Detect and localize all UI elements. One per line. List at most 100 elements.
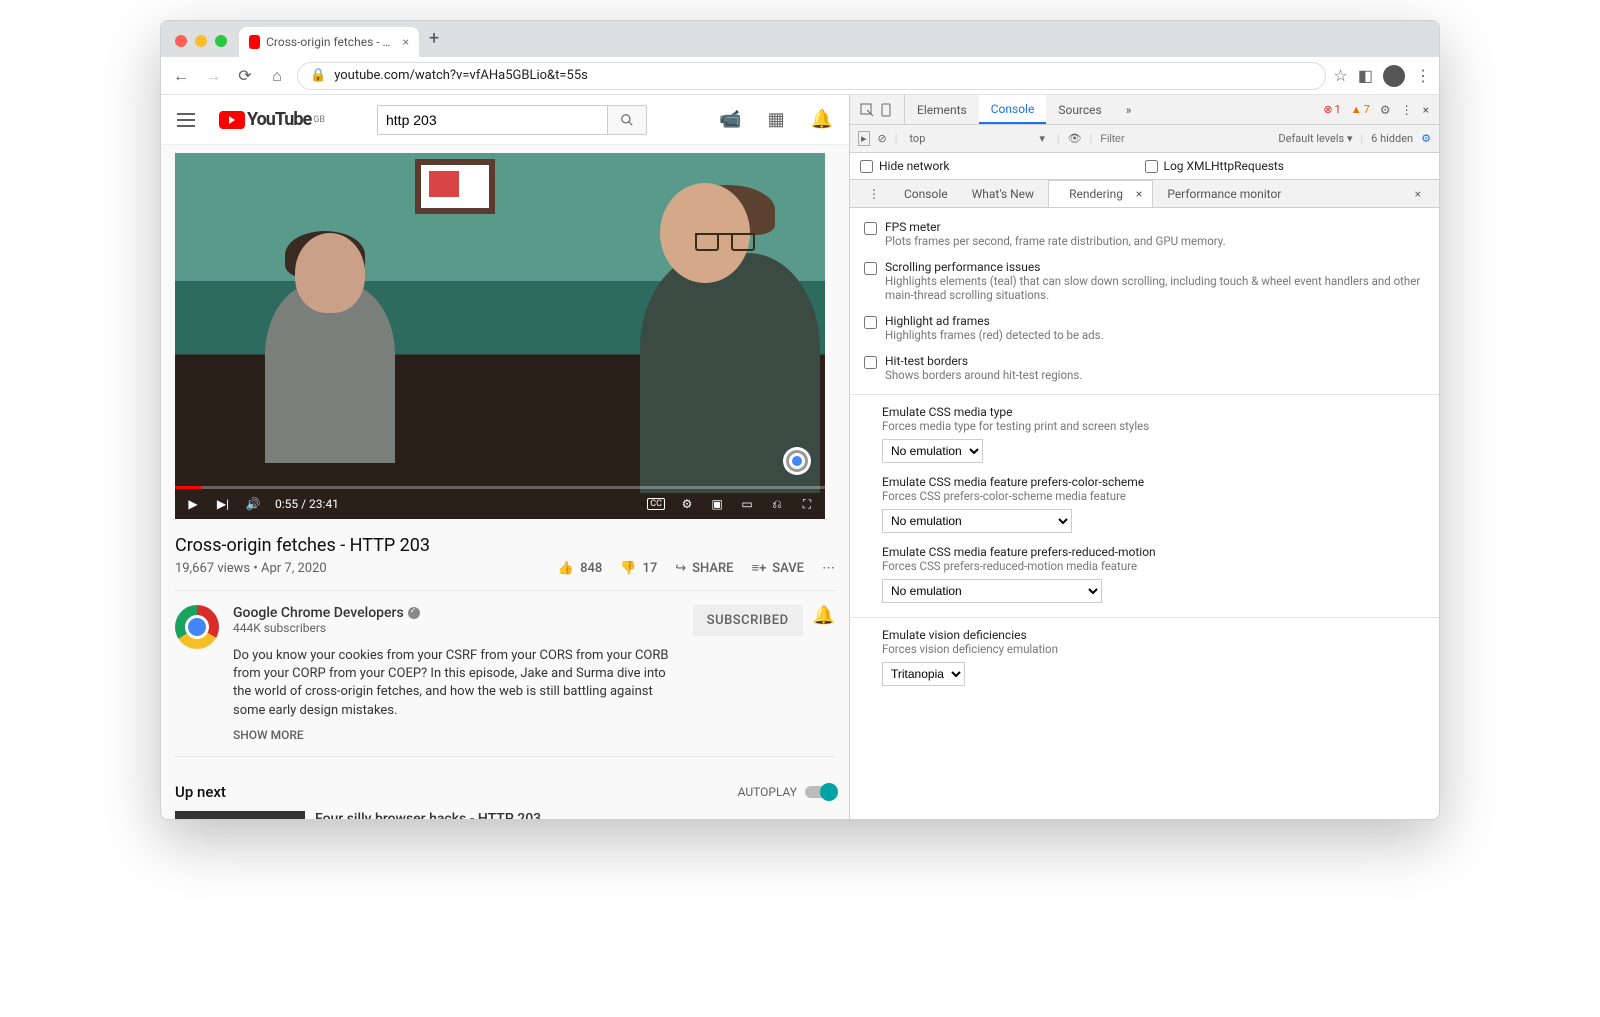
devtools-settings-icon[interactable]: ⚙ (1380, 103, 1391, 117)
back-button[interactable]: ← (169, 66, 193, 86)
maximize-window-button[interactable] (215, 35, 227, 47)
youtube-play-icon (219, 111, 245, 129)
save-button[interactable]: ≡+SAVE (751, 560, 804, 576)
tab-title: Cross-origin fetches - HTTP 2… (266, 35, 397, 49)
clear-console-icon[interactable]: ⊘ (878, 132, 887, 145)
miniplayer-icon[interactable]: ▣ (709, 497, 725, 511)
context-selector[interactable]: top▾ (905, 132, 1048, 145)
console-settings: Hide network Log XMLHttpRequests (850, 153, 1439, 180)
settings-icon[interactable]: ⚙ (679, 497, 695, 511)
up-next-item[interactable]: Four silly Four silly browser hacks - HT… (175, 811, 835, 819)
media-type-select[interactable]: No emulation (882, 439, 983, 463)
share-button[interactable]: ↪SHARE (675, 561, 733, 576)
lock-icon: 🔒 (310, 68, 326, 83)
video-player[interactable]: ▶ ▶| 🔊 0:55 / 23:41 CC ⚙ ▣ ▭ ⎌ ⛶ (175, 153, 825, 519)
search-icon (620, 113, 634, 127)
save-icon: ≡+ (751, 560, 766, 576)
tab-close-icon[interactable]: × (403, 35, 409, 49)
tab-sources[interactable]: Sources (1046, 95, 1113, 124)
tab-more-icon[interactable]: » (1114, 95, 1144, 124)
drawer-tab-perfmon[interactable]: Performance monitor (1157, 180, 1291, 207)
play-icon[interactable]: ▶ (185, 497, 201, 511)
channel-avatar[interactable] (175, 605, 219, 649)
youtube-header: YouTube GB 📹 ▦ 🔔 (161, 95, 849, 145)
tab-console[interactable]: Console (979, 95, 1047, 124)
eye-icon[interactable]: 👁 (1068, 132, 1082, 145)
apps-icon[interactable]: ▦ (768, 109, 785, 130)
like-button[interactable]: 👍848 (558, 561, 602, 576)
scrolling-issues-option[interactable]: Scrolling performance issuesHighlights e… (850, 254, 1439, 308)
fullscreen-icon[interactable]: ⛶ (799, 497, 815, 512)
reload-button[interactable]: ⟳ (233, 66, 257, 85)
profile-avatar[interactable] (1383, 65, 1405, 87)
filter-input[interactable] (1100, 133, 1150, 145)
address-bar[interactable]: 🔒 youtube.com/watch?v=vfAHa5GBLio&t=55s (297, 62, 1326, 90)
devtools-tabs: Elements Console Sources » ⊗ 1 ▲ 7 ⚙ ⋮ × (850, 95, 1439, 125)
youtube-logo[interactable]: YouTube GB (219, 109, 325, 130)
hide-network-checkbox[interactable]: Hide network (860, 159, 1145, 173)
search-input[interactable] (377, 105, 607, 135)
player-controls: ▶ ▶| 🔊 0:55 / 23:41 CC ⚙ ▣ ▭ ⎌ ⛶ (175, 489, 825, 519)
next-icon[interactable]: ▶| (215, 497, 231, 511)
devtools-close-icon[interactable]: × (1423, 103, 1429, 117)
warning-count[interactable]: ▲ 7 (1351, 103, 1370, 116)
subscribe-button[interactable]: SUBSCRIBED (693, 605, 803, 636)
bell-icon[interactable]: 🔔 (813, 605, 835, 626)
minimize-window-button[interactable] (195, 35, 207, 47)
devtools-menu-icon[interactable]: ⋮ (1401, 103, 1413, 117)
up-next-heading: Up next (175, 783, 226, 801)
levels-selector[interactable]: Default levels ▾ (1278, 132, 1352, 145)
console-play-icon[interactable]: ▸ (858, 131, 870, 146)
dislike-button[interactable]: 👎17 (620, 561, 657, 576)
highlight-ads-option[interactable]: Highlight ad framesHighlights frames (re… (850, 308, 1439, 348)
chrome-watermark-icon (783, 447, 811, 475)
drawer-close-icon[interactable]: × (1405, 180, 1431, 207)
browser-tab[interactable]: Cross-origin fetches - HTTP 2… × (239, 27, 419, 57)
devtools-panel: Elements Console Sources » ⊗ 1 ▲ 7 ⚙ ⋮ ×… (849, 95, 1439, 819)
drawer-menu-icon[interactable]: ⋮ (858, 180, 890, 207)
cast-icon[interactable]: ⎌ (769, 497, 785, 512)
extension-icon[interactable]: ◧ (1358, 66, 1373, 85)
more-actions-icon[interactable]: ⋯ (822, 561, 835, 576)
search-form (377, 105, 647, 135)
device-icon[interactable] (880, 103, 894, 117)
vision-deficiency-section: Emulate vision deficiencies Forces visio… (850, 624, 1439, 694)
hamburger-icon[interactable] (177, 113, 195, 127)
page-content: YouTube GB 📹 ▦ 🔔 (161, 95, 849, 819)
inspect-icon[interactable] (860, 103, 874, 117)
bookmark-icon[interactable]: ☆ (1334, 66, 1348, 85)
next-video-title: Four silly browser hacks - HTTP 203 (315, 811, 541, 819)
new-tab-button[interactable]: + (419, 28, 449, 57)
volume-icon[interactable]: 🔊 (245, 497, 261, 511)
create-icon[interactable]: 📹 (719, 109, 741, 130)
autoplay-toggle[interactable] (805, 786, 835, 798)
color-scheme-select[interactable]: No emulation (882, 509, 1072, 533)
home-button[interactable]: ⌂ (265, 66, 289, 86)
subtitles-icon[interactable]: CC (647, 498, 665, 510)
close-window-button[interactable] (175, 35, 187, 47)
drawer-tab-whatsnew[interactable]: What's New (962, 180, 1044, 207)
theater-icon[interactable]: ▭ (739, 497, 755, 511)
console-toolbar: ▸ ⊘ | top▾ | 👁 | Default levels ▾ | 6 hi… (850, 125, 1439, 153)
menu-icon[interactable]: ⋮ (1415, 66, 1431, 85)
notifications-icon[interactable]: 🔔 (811, 109, 833, 130)
forward-button[interactable]: → (201, 66, 225, 86)
time-display: 0:55 / 23:41 (275, 497, 339, 511)
reduced-motion-select[interactable]: No emulation (882, 579, 1102, 603)
drawer-tab-rendering[interactable]: Rendering × (1048, 180, 1153, 207)
show-more-button[interactable]: SHOW MORE (233, 728, 679, 742)
region-code: GB (313, 115, 325, 125)
channel-name[interactable]: Google Chrome Developers (233, 605, 679, 621)
video-frame (175, 153, 825, 519)
verified-icon (408, 607, 420, 619)
vision-deficiency-select[interactable]: Tritanopia (882, 662, 965, 686)
fps-meter-option[interactable]: FPS meterPlots frames per second, frame … (850, 214, 1439, 254)
drawer-tab-console[interactable]: Console (894, 180, 958, 207)
video-date: Apr 7, 2020 (261, 561, 327, 576)
hit-test-option[interactable]: Hit-test bordersShows borders around hit… (850, 348, 1439, 388)
search-button[interactable] (607, 105, 647, 135)
log-xhr-checkbox[interactable]: Log XMLHttpRequests (1145, 159, 1430, 173)
console-settings-icon[interactable]: ⚙ (1421, 132, 1431, 145)
tab-elements[interactable]: Elements (905, 95, 979, 124)
error-count[interactable]: ⊗ 1 (1323, 103, 1340, 116)
